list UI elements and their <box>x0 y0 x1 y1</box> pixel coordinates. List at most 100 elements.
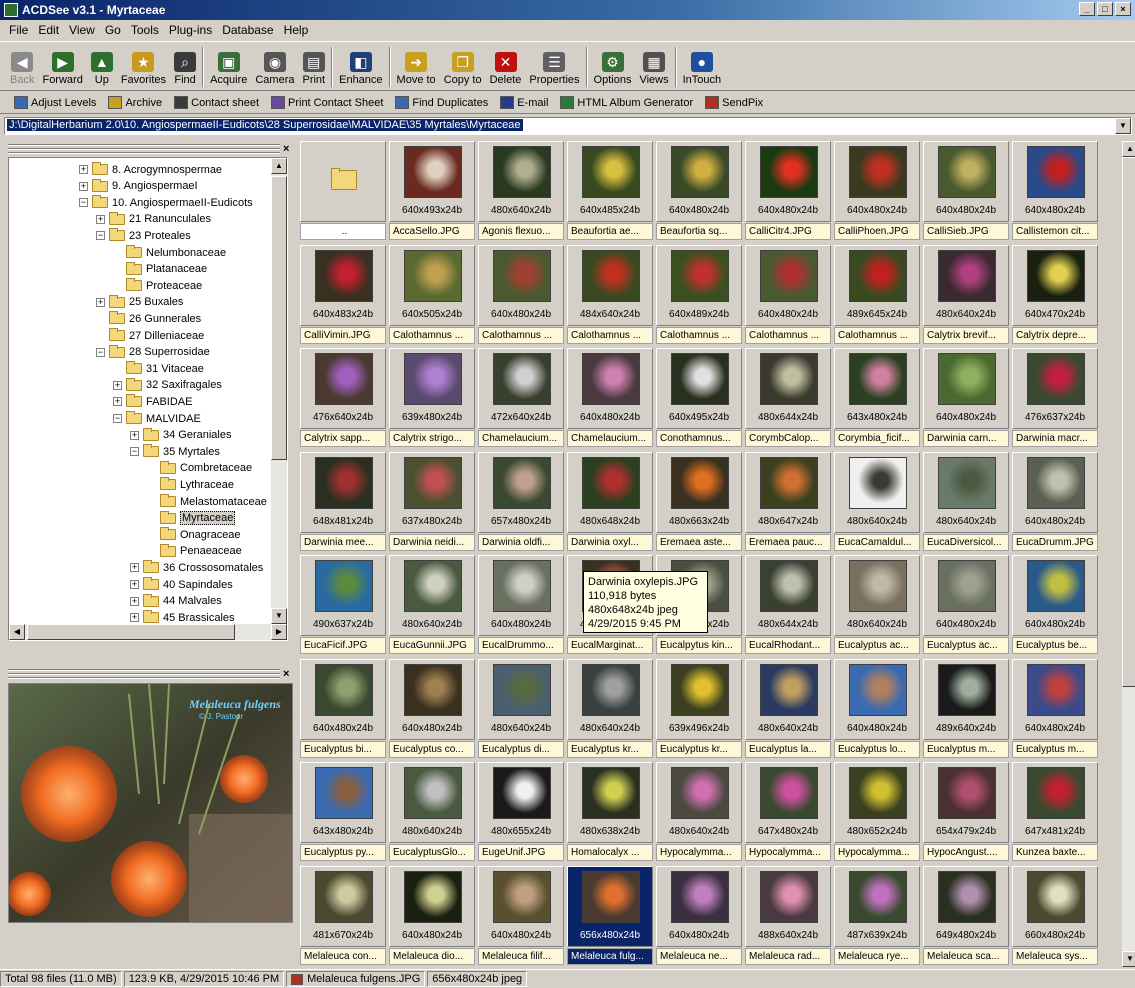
tree-node[interactable]: Onagraceae <box>147 526 241 543</box>
archive-button[interactable]: Archive <box>102 96 168 109</box>
thumbnail-item[interactable]: 480x640x24b Eucalyptus di... <box>478 658 564 760</box>
expand-icon[interactable]: + <box>130 596 139 606</box>
collapse-icon[interactable]: − <box>96 347 105 357</box>
address-dropdown-button[interactable]: ▼ <box>1115 118 1131 134</box>
thumbnail-item[interactable]: 481x670x24b Melaleuca con... <box>300 865 386 967</box>
thumbnail-item[interactable]: 640x480x24b EucaDrumm.JPG <box>1012 451 1098 553</box>
thumbnail-item[interactable]: 640x493x24b AccaSello.JPG <box>389 141 475 242</box>
thumbnail-item[interactable]: 656x480x24b Melaleuca fulg... <box>567 865 653 967</box>
back-button[interactable]: ◀ Back <box>6 42 38 90</box>
scroll-left-button[interactable]: ◀ <box>9 624 25 640</box>
menu-plugins[interactable]: Plug-ins <box>164 23 217 37</box>
scroll-right-button[interactable]: ▶ <box>271 624 287 640</box>
thumbnail-item[interactable]: 484x640x24b Calothamnus ... <box>567 244 653 346</box>
thumbnail-item[interactable]: 640x495x24b Conothamnus... <box>656 348 742 449</box>
expand-icon[interactable]: + <box>130 563 139 573</box>
thumbnail-item[interactable]: 480x652x24b Hypocalymma... <box>834 762 920 863</box>
preview-pane-close-icon[interactable]: × <box>283 669 289 680</box>
thumbnail-item[interactable]: 480x640x24b Eucalyptus kr... <box>567 658 653 760</box>
close-button[interactable]: × <box>1115 2 1131 16</box>
tree-node[interactable]: Myrtaceae <box>147 510 236 527</box>
thumbnail-item[interactable]: 637x480x24b Darwinia neidi... <box>389 451 475 553</box>
maximize-button[interactable]: □ <box>1097 2 1113 16</box>
find-duplicates-button[interactable]: Find Duplicates <box>389 96 494 109</box>
menu-help[interactable]: Help <box>279 23 314 37</box>
thumbnail-item[interactable]: 640x480x24b Eucalyptus lo... <box>834 658 920 760</box>
tree-node[interactable]: − MALVIDAE <box>113 410 201 427</box>
tree-node[interactable]: 31 Vitaceae <box>113 360 204 377</box>
tree-node[interactable]: Platanaceae <box>113 261 207 278</box>
thumbnail-item[interactable]: 640x480x24b Eucalyptus co... <box>389 658 475 760</box>
enhance-button[interactable]: ◧ Enhance <box>335 42 386 90</box>
tree-node[interactable]: + FABIDAE <box>113 393 192 410</box>
hscroll-thumb[interactable] <box>27 624 235 640</box>
thumbnail-item[interactable]: 640x480x24b Callistemon cit... <box>1012 141 1098 242</box>
views-button[interactable]: ▦ Views <box>635 42 672 90</box>
thumbnail-item[interactable]: 657x480x24b Darwinia oldfi... <box>478 451 564 553</box>
thumbnail-item[interactable]: 640x480x24b Eucalyptus m... <box>1012 658 1098 760</box>
minimize-button[interactable]: _ <box>1079 2 1095 16</box>
thumbnail-item[interactable]: 480x647x24b Eremaea pauc... <box>745 451 831 553</box>
expand-icon[interactable]: + <box>96 297 105 307</box>
copy-to-button[interactable]: ❐ Copy to <box>440 42 486 90</box>
thumbnail-item[interactable]: 639x480x24b Calytrix strigo... <box>389 348 475 449</box>
properties-button[interactable]: ☰ Properties <box>525 42 583 90</box>
thumbnail-item[interactable]: 640x480x24b CalliCitr4.JPG <box>745 141 831 242</box>
thumbnail-item[interactable]: 480x640x24b Calytrix brevif... <box>923 244 1009 346</box>
tree-pane-close-icon[interactable]: × <box>283 144 289 155</box>
grid-scroll-up-button[interactable]: ▲ <box>1122 141 1135 157</box>
thumbnail-item[interactable]: 489x640x24b Eucalyptus m... <box>923 658 1009 760</box>
tree-node[interactable]: +36 Crossosomatales <box>130 559 263 576</box>
thumbnail-item[interactable]: 640x480x24b Chamelaucium... <box>567 348 653 449</box>
tree-node[interactable]: +8. Acrogymnospermae <box>79 161 222 178</box>
collapse-icon[interactable]: − <box>130 447 139 457</box>
thumbnail-item[interactable]: 480x644x24b CorymbCalop... <box>745 348 831 449</box>
scroll-thumb[interactable] <box>271 176 287 460</box>
sendpix-button[interactable]: SendPix <box>699 96 769 109</box>
thumbnail-item[interactable]: 480x640x24b Eucalyptus ac... <box>834 555 920 656</box>
expand-icon[interactable]: + <box>130 580 139 589</box>
thumbnail-item[interactable]: 640x505x24b Calothamnus ... <box>389 244 475 346</box>
print-button[interactable]: ▤ Print <box>298 42 329 90</box>
menu-tools[interactable]: Tools <box>126 23 164 37</box>
tree-node[interactable]: +34 Geraniales <box>130 427 232 444</box>
expand-icon[interactable]: + <box>130 613 139 623</box>
thumbnail-item[interactable]: 640x480x24b Eucalyptus bi... <box>300 658 386 760</box>
delete-button[interactable]: ✕ Delete <box>486 42 526 90</box>
thumbnail-item[interactable]: 489x645x24b Calothamnus ... <box>834 244 920 346</box>
thumbnail-item[interactable]: 490x637x24b EucaFicif.JPG <box>300 555 386 656</box>
move-to-button[interactable]: ➜ Move to <box>393 42 440 90</box>
thumbnail-item[interactable]: 640x480x24b Darwinia carn... <box>923 348 1009 449</box>
thumbnail-item[interactable]: 640x480x24b EucalDrummo... <box>478 555 564 656</box>
up-button[interactable]: ▲ Up <box>87 42 117 90</box>
tree-pane-grip[interactable] <box>8 144 280 154</box>
html-album-generator-button[interactable]: HTML Album Generator <box>554 96 699 109</box>
tree-node[interactable]: +9. AngiospermaeI <box>79 178 198 195</box>
scroll-down-button[interactable]: ▼ <box>271 608 287 624</box>
thumbnail-item[interactable]: 643x480x24b Eucalyptus py... <box>300 762 386 863</box>
thumbnail-item[interactable]: 472x640x24b Chamelaucium... <box>478 348 564 449</box>
menu-file[interactable]: File <box>4 23 33 37</box>
tree-node[interactable]: Nelumbonaceae <box>113 244 226 261</box>
tree-node[interactable]: − 35 Myrtales <box>130 443 220 460</box>
thumbnail-item[interactable]: 643x480x24b Corymbia_ficif... <box>834 348 920 449</box>
expand-icon[interactable]: + <box>96 214 105 224</box>
favorites-button[interactable]: ★ Favorites <box>117 42 170 90</box>
tree-node[interactable]: − 23 Proteales <box>96 227 191 244</box>
collapse-icon[interactable]: − <box>79 198 88 208</box>
thumbnail-item[interactable]: 640x483x24b CalliVimin.JPG <box>300 244 386 346</box>
tree-node[interactable]: +44 Malvales <box>130 593 222 610</box>
address-bar[interactable]: J:\DigitalHerbarium 2.0\10. Angiospermae… <box>4 117 1132 135</box>
thumbnail-item[interactable]: 649x480x24b Melaleuca sca... <box>923 865 1009 967</box>
thumbnail-item[interactable]: 647x480x24b Hypocalymma... <box>745 762 831 863</box>
thumbnail-item[interactable]: 640x480x24b Calothamnus ... <box>745 244 831 346</box>
thumbnail-item[interactable]: 480x655x24b EugeUnif.JPG <box>478 762 564 863</box>
grid-scroll-thumb[interactable] <box>1122 157 1135 687</box>
thumbnail-item[interactable]: 640x480x24b Beaufortia sq... <box>656 141 742 242</box>
tree-node[interactable]: Melastomataceae <box>147 493 267 510</box>
thumbnail-item[interactable]: 480x640x24b EucalyptusGlo... <box>389 762 475 863</box>
thumbnail-item[interactable]: 488x640x24b Melaleuca rad... <box>745 865 831 967</box>
thumbnail-item[interactable]: 480x640x24b Agonis flexuo... <box>478 141 564 242</box>
scroll-up-button[interactable]: ▲ <box>271 158 287 174</box>
options-button[interactable]: ⚙ Options <box>590 42 636 90</box>
